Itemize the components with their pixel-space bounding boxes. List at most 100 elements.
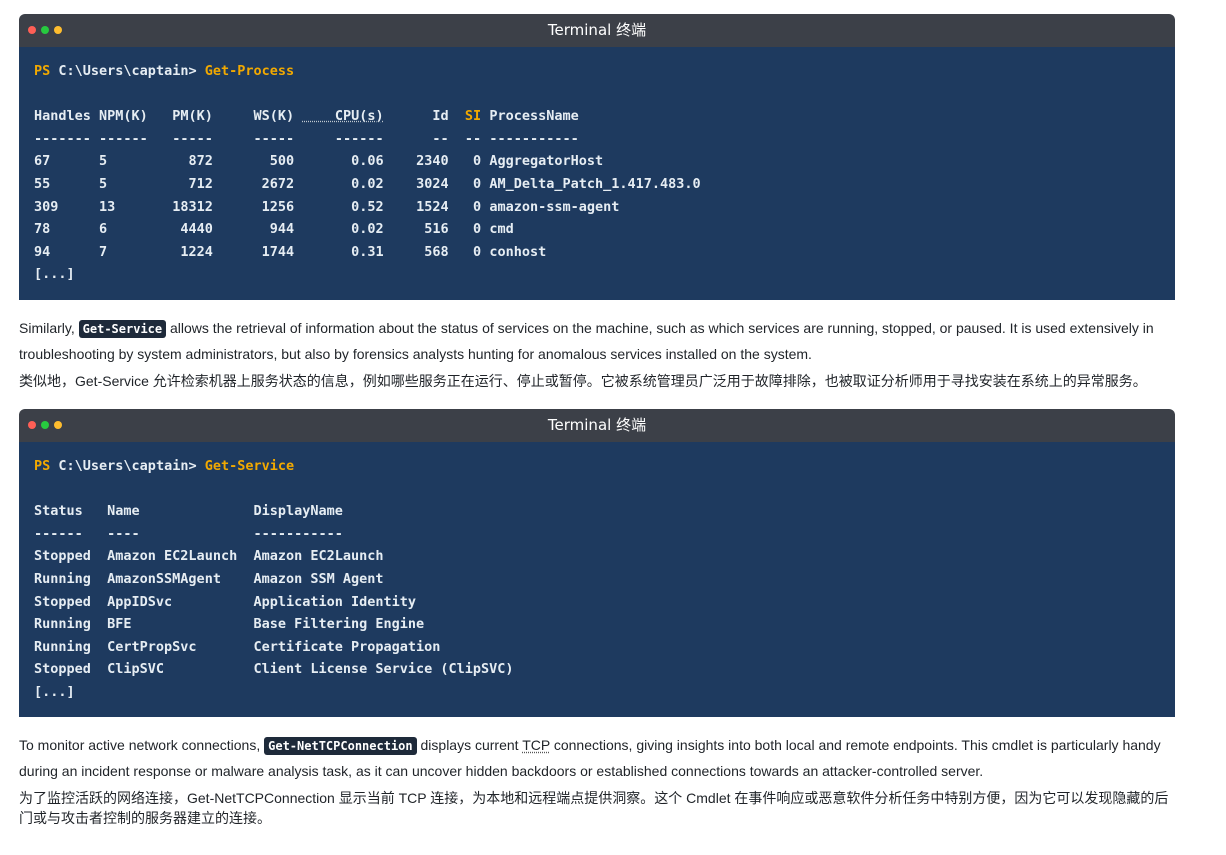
process-cell-7: amazon-ssm-agent: [489, 198, 620, 215]
service-cell-0: Stopped: [34, 661, 108, 678]
terminal-title: Terminal 终端: [547, 415, 647, 434]
para-text: To monitor active network connections,: [19, 737, 265, 754]
service-cell-2: Amazon SSM Agent: [253, 570, 384, 587]
process-cell-6: 0: [456, 198, 482, 215]
process-cell-1: 13: [99, 198, 148, 215]
process-cell-6: 0: [456, 243, 482, 260]
output-ellipsis: [...]: [34, 266, 75, 283]
service-cell-0: Running: [34, 570, 108, 587]
column-header-0: Status: [34, 503, 108, 520]
process-cell-2: 18312: [155, 198, 213, 215]
paragraph-tcp-zh: 为了监控活跃的网络连接，Get-NetTCPConnection 显示当前 TC…: [19, 790, 1169, 827]
service-cell-1: CertPropSvc: [107, 638, 254, 655]
terminal-titlebar: Terminal 终端: [19, 408, 1175, 442]
service-cell-2: Amazon EC2Launch: [253, 548, 384, 565]
prompt-command: Get-Process: [204, 63, 295, 79]
process-cell-6: 0: [456, 175, 482, 192]
column-header-2: PM(K): [155, 108, 213, 125]
process-cell-3: 944: [221, 221, 295, 238]
prompt-command: Get-Service: [204, 457, 295, 474]
paragraph-get-service-en: Similarly, Get-Service allows the retrie…: [19, 316, 1175, 367]
process-cell-6: 0: [456, 221, 482, 238]
service-cell-0: Stopped: [34, 548, 108, 565]
header-rule-2: -----------: [253, 525, 343, 542]
inline-code-get-nettcpconnection: Get-NetTCPConnection: [264, 737, 417, 756]
process-cell-7: cmd: [489, 221, 514, 238]
column-header-5: Id: [391, 108, 449, 125]
prompt-ps: PS: [34, 63, 51, 79]
inline-code-get-service: Get-Service: [78, 319, 167, 338]
terminal-window-process: Terminal 终端 PS C:\Users\captain> Get-Pro…: [19, 14, 1175, 300]
process-cell-7: conhost: [489, 243, 547, 260]
service-cell-2: Certificate Propagation: [253, 638, 441, 655]
column-header-1: NPM(K): [99, 108, 148, 125]
terminal-output: PS C:\Users\captain> Get-Process Handles…: [34, 60, 1160, 286]
header-rule-4: ------: [302, 130, 384, 147]
process-cell-0: 309: [34, 198, 91, 215]
header-rule-0: -------: [34, 130, 91, 147]
process-cell-3: 500: [221, 153, 295, 170]
process-cell-3: 2672: [221, 175, 295, 192]
service-cell-0: Running: [34, 638, 108, 655]
process-cell-4: 0.02: [302, 175, 384, 192]
column-header-4: CPU(s): [302, 108, 384, 125]
process-cell-5: 1524: [391, 198, 449, 215]
column-header-2: DisplayName: [253, 503, 343, 520]
terminal-titlebar: Terminal 终端: [19, 14, 1175, 47]
para-text: Similarly,: [19, 319, 79, 336]
terminal-body: PS C:\Users\captain> Get-Service Status …: [19, 441, 1175, 718]
process-cell-4: 0.52: [302, 198, 384, 215]
process-cell-5: 2340: [391, 153, 449, 170]
header-rule-0: ------: [34, 525, 108, 542]
service-cell-1: ClipSVC: [107, 661, 254, 678]
process-cell-1: 7: [99, 243, 148, 260]
service-cell-1: AppIDSvc: [107, 593, 254, 610]
process-cell-1: 6: [99, 221, 148, 238]
header-rule-7: -----------: [489, 130, 579, 147]
process-cell-2: 1224: [155, 243, 213, 260]
process-cell-2: 712: [155, 175, 213, 192]
terminal-output: PS C:\Users\captain> Get-Service Status …: [34, 455, 1160, 704]
page-content: Terminal 终端 PS C:\Users\captain> Get-Pro…: [19, 14, 1175, 828]
header-rule-2: -----: [155, 130, 213, 147]
process-cell-1: 5: [99, 175, 148, 192]
process-cell-7: AggregatorHost: [489, 153, 604, 170]
service-cell-1: AmazonSSMAgent: [107, 570, 254, 587]
process-cell-4: 0.02: [302, 221, 384, 238]
service-cell-0: Stopped: [34, 593, 108, 610]
terminal-title: Terminal 终端: [547, 21, 647, 39]
column-header-7: ProcessName: [489, 108, 579, 125]
para-text: allows the retrieval of information abou…: [19, 319, 1154, 362]
process-cell-5: 516: [391, 221, 449, 238]
service-cell-2: Client License Service (ClipSVC): [253, 661, 514, 678]
column-header-1: Name: [107, 503, 254, 520]
service-cell-1: BFE: [107, 616, 254, 633]
process-cell-2: 872: [155, 153, 213, 170]
process-cell-0: 55: [34, 175, 91, 192]
process-cell-0: 78: [34, 221, 91, 238]
process-cell-4: 0.31: [302, 243, 384, 260]
output-ellipsis: [...]: [34, 683, 75, 700]
tcp-abbr[interactable]: TCP: [522, 737, 550, 753]
para-text: displays current: [416, 737, 523, 754]
paragraph-tcp-en: To monitor active network connections, G…: [19, 733, 1175, 784]
header-rule-1: ------: [99, 130, 148, 147]
service-cell-2: Base Filtering Engine: [253, 616, 425, 633]
header-rule-6: --: [456, 130, 482, 147]
prompt-path: C:\Users\captain>: [58, 457, 197, 474]
terminal-body: PS C:\Users\captain> Get-Process Handles…: [19, 47, 1175, 300]
process-cell-1: 5: [99, 153, 148, 170]
header-rule-1: ----: [107, 525, 254, 542]
header-rule-3: -----: [221, 130, 295, 147]
prompt-ps: PS: [34, 457, 51, 474]
process-cell-2: 4440: [155, 221, 213, 238]
process-cell-3: 1256: [221, 198, 295, 215]
process-cell-5: 568: [391, 243, 449, 260]
paragraph-get-service-zh: 类似地，Get-Service 允许检索机器上服务状态的信息，例如哪些服务正在运…: [19, 372, 1147, 389]
column-header-6: SI: [456, 108, 482, 125]
prompt-path: C:\Users\captain>: [58, 63, 197, 79]
service-cell-2: Application Identity: [253, 593, 417, 610]
terminal-window-service: Terminal 终端 PS C:\Users\captain> Get-Ser…: [19, 408, 1175, 718]
process-cell-5: 3024: [391, 175, 449, 192]
process-cell-4: 0.06: [302, 153, 384, 170]
